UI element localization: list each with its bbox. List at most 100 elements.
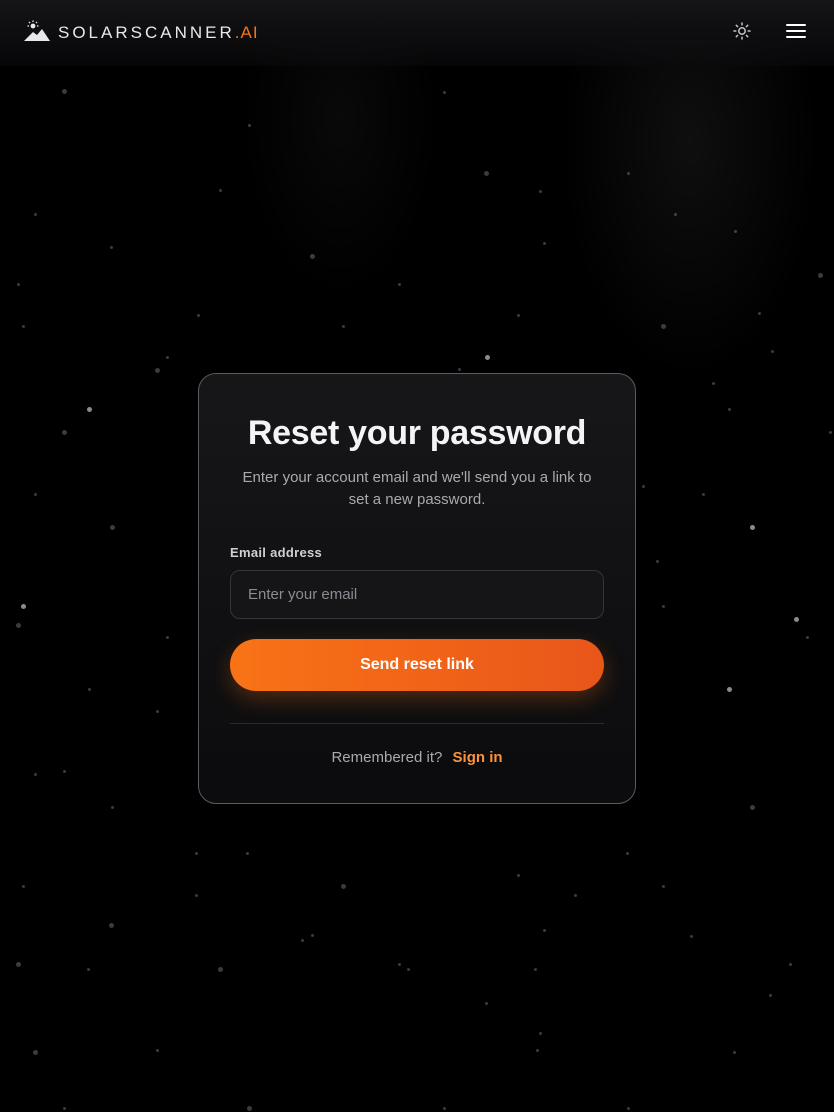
star-dot xyxy=(788,962,792,966)
star-dot xyxy=(542,241,546,245)
sunrise-mountain-logo-icon xyxy=(24,20,50,47)
star-dot xyxy=(749,804,755,810)
star-dot xyxy=(457,367,461,371)
star-dot xyxy=(573,893,577,897)
star-dot xyxy=(194,893,198,897)
brand-name: SOLARSCANNER xyxy=(58,23,235,42)
page-title: Reset your password xyxy=(247,414,587,452)
star-dot xyxy=(86,967,90,971)
star-dot xyxy=(689,934,693,938)
star-dot xyxy=(711,381,715,385)
top-navbar: SOLARSCANNER.AI xyxy=(0,0,834,66)
star-dot xyxy=(196,313,200,317)
star-dot xyxy=(406,967,410,971)
light-beam xyxy=(240,40,440,300)
star-dot xyxy=(673,212,677,216)
star-dot xyxy=(165,635,169,639)
star-dot xyxy=(86,406,92,412)
brand-wordmark: SOLARSCANNER.AI xyxy=(58,23,259,43)
star-dot xyxy=(733,229,737,233)
brand-suffix: .AI xyxy=(234,23,259,42)
star-dot xyxy=(484,1001,488,1005)
star-dot xyxy=(542,928,546,932)
star-dot xyxy=(154,367,160,373)
email-label: Email address xyxy=(230,545,323,560)
star-dot xyxy=(165,355,169,359)
star-dot xyxy=(309,253,315,259)
star-dot xyxy=(701,492,705,496)
star-dot xyxy=(33,772,37,776)
star-dot xyxy=(442,1106,446,1110)
star-dot xyxy=(770,349,774,353)
star-dot xyxy=(538,1031,542,1035)
star-dot xyxy=(626,1106,630,1110)
star-dot xyxy=(484,354,490,360)
star-dot xyxy=(21,884,25,888)
send-reset-link-button[interactable]: Send reset link xyxy=(230,639,604,691)
star-dot xyxy=(397,282,401,286)
light-beam xyxy=(560,40,820,380)
star-dot xyxy=(33,492,37,496)
star-dot xyxy=(641,484,645,488)
star-dot xyxy=(87,687,91,691)
star-dot xyxy=(817,272,823,278)
star-dot xyxy=(661,884,665,888)
star-dot xyxy=(626,171,630,175)
star-dot xyxy=(805,635,809,639)
star-dot xyxy=(538,189,542,193)
star-dot xyxy=(757,311,761,315)
theme-toggle-button[interactable] xyxy=(728,19,756,47)
star-dot xyxy=(155,1048,159,1052)
star-dot xyxy=(397,962,401,966)
email-input[interactable] xyxy=(230,570,604,619)
star-dot xyxy=(20,603,26,609)
star-dot xyxy=(218,188,222,192)
star-dot xyxy=(16,282,20,286)
star-dot xyxy=(749,524,755,530)
star-dot xyxy=(726,686,732,692)
page: SOLARSCANNER.AI Reset your password Ente… xyxy=(0,0,834,1112)
star-dot xyxy=(108,922,114,928)
divider xyxy=(230,723,604,724)
star-dot xyxy=(341,324,345,328)
brand-logo-link[interactable]: SOLARSCANNER.AI xyxy=(24,20,259,47)
star-dot xyxy=(300,938,304,942)
star-dot xyxy=(15,961,21,967)
star-dot xyxy=(533,967,537,971)
star-dot xyxy=(247,123,251,127)
signin-prompt: Remembered it? Sign in xyxy=(230,749,604,766)
star-dot xyxy=(33,212,37,216)
menu-button[interactable] xyxy=(782,19,810,47)
star-dot xyxy=(483,170,489,176)
star-dot xyxy=(727,407,731,411)
sun-icon xyxy=(733,21,751,45)
star-dot xyxy=(310,933,314,937)
sign-in-link[interactable]: Sign in xyxy=(453,749,503,766)
star-dot xyxy=(768,993,772,997)
star-dot xyxy=(655,559,659,563)
star-dot xyxy=(155,709,159,713)
star-dot xyxy=(516,873,520,877)
star-dot xyxy=(246,1105,252,1111)
hamburger-menu-icon xyxy=(785,23,807,44)
star-dot xyxy=(625,851,629,855)
signin-prompt-text: Remembered it? xyxy=(331,749,443,766)
star-dot xyxy=(535,1048,539,1052)
star-dot xyxy=(32,1049,38,1055)
star-dot xyxy=(732,1050,736,1054)
star-dot xyxy=(660,323,666,329)
star-dot xyxy=(62,1106,66,1110)
star-dot xyxy=(15,622,21,628)
star-dot xyxy=(62,769,66,773)
star-dot xyxy=(61,429,67,435)
star-dot xyxy=(828,430,832,434)
page-subtitle: Enter your account email and we'll send … xyxy=(242,469,592,508)
star-dot xyxy=(21,324,25,328)
star-dot xyxy=(110,805,114,809)
star-dot xyxy=(516,313,520,317)
header-actions xyxy=(728,19,810,47)
star-dot xyxy=(793,616,799,622)
star-dot xyxy=(442,90,446,94)
star-dot xyxy=(245,851,249,855)
star-dot xyxy=(109,524,115,530)
